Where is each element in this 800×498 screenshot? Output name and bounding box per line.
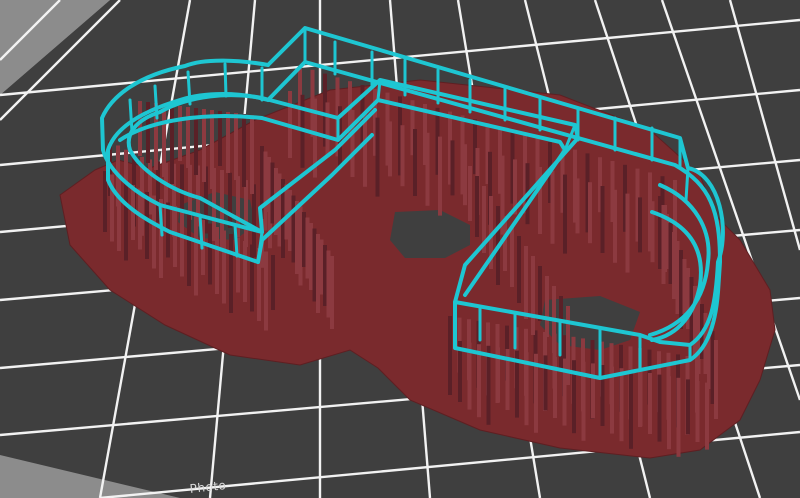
support-pillar <box>425 132 430 206</box>
support-pillar <box>710 331 715 404</box>
support-pillar <box>173 206 177 267</box>
support-pillar <box>202 109 206 182</box>
support-pillar <box>413 129 417 196</box>
support-pillar <box>600 186 605 253</box>
support-pillar <box>295 201 299 274</box>
support-pillar <box>588 182 592 244</box>
support-pillar <box>316 234 320 313</box>
support-pillar <box>288 190 292 251</box>
support-pillar <box>180 209 184 277</box>
support-pillar <box>638 197 642 253</box>
support-pillar <box>676 377 681 457</box>
support-pillar <box>486 345 491 425</box>
support-pillar <box>510 226 514 287</box>
support-pillar <box>234 113 238 180</box>
support-pillar <box>350 110 355 177</box>
support-pillar <box>326 250 331 318</box>
support-pillar <box>524 246 528 319</box>
support-pillar <box>591 363 595 419</box>
support-pillar <box>124 181 128 261</box>
support-pillar <box>363 113 367 187</box>
support-pillar <box>117 178 121 251</box>
support-pillar <box>228 172 232 228</box>
support-pillar <box>277 173 282 247</box>
support-pillar <box>517 236 521 303</box>
support-pillar <box>668 223 673 284</box>
support-pillar <box>400 125 405 187</box>
support-pillar <box>291 195 296 263</box>
support-pillar <box>550 170 555 244</box>
support-pillar <box>468 166 472 221</box>
support-pillar <box>325 102 330 158</box>
support-pillar <box>705 382 709 450</box>
support-pillar <box>648 373 652 434</box>
support-pillar <box>619 368 624 442</box>
support-pillar <box>323 245 327 306</box>
support-pillar <box>298 206 303 286</box>
support-pillar <box>450 140 455 196</box>
build-scene[interactable] <box>0 0 800 498</box>
support-pillar <box>305 217 310 279</box>
support-pillar <box>218 111 222 166</box>
support-pillar <box>210 110 214 189</box>
support-pillar <box>538 266 542 321</box>
support-pillar <box>714 340 718 419</box>
support-pillar <box>187 213 191 286</box>
support-pillar <box>695 381 700 442</box>
support-pillar <box>271 255 275 310</box>
support-pillar <box>226 112 230 173</box>
support-pillar <box>194 216 198 296</box>
support-pillar <box>675 241 680 314</box>
support-pillar <box>553 357 557 418</box>
support-pillar <box>222 230 226 304</box>
support-pillar <box>242 114 246 187</box>
support-pillar <box>658 196 662 269</box>
support-pillar <box>575 178 580 234</box>
support-pillar <box>264 251 268 331</box>
support-pillar <box>138 188 142 250</box>
support-pillar <box>244 180 248 248</box>
support-pillar <box>263 151 268 231</box>
support-pillar <box>448 316 452 395</box>
support-pillar <box>672 232 676 299</box>
support-pillar <box>309 223 313 290</box>
support-pillar <box>302 212 306 267</box>
support-pillar <box>625 193 630 273</box>
support-pillar <box>330 256 334 329</box>
support-pillar <box>438 136 442 216</box>
support-pillar <box>673 180 677 241</box>
support-pillar <box>152 195 156 269</box>
support-pillar <box>475 176 479 237</box>
support-pillar <box>208 223 212 285</box>
support-pillar <box>543 355 548 411</box>
support-pillar <box>657 374 662 442</box>
support-pillar <box>375 117 380 197</box>
support-pillar <box>531 256 535 335</box>
support-pillar <box>686 379 690 435</box>
support-pillar <box>463 144 467 206</box>
support-pillar <box>667 376 671 450</box>
support-pillar <box>613 189 617 263</box>
support-pillar <box>162 104 166 177</box>
support-pillar <box>178 106 182 161</box>
support-pillar <box>229 234 233 313</box>
support-pillar <box>545 276 549 337</box>
support-pillar <box>145 192 149 259</box>
support-pillar <box>682 259 687 314</box>
3d-viewport[interactable]: Photo <box>0 0 800 498</box>
support-pillar <box>250 244 254 312</box>
support-pillar <box>319 239 324 295</box>
support-pillar <box>170 105 174 184</box>
support-pillar <box>215 227 219 294</box>
support-pillar <box>284 184 289 240</box>
support-pillar <box>270 162 275 224</box>
support-pillar <box>312 228 317 302</box>
support-pillar <box>629 369 633 449</box>
support-pillar <box>243 241 247 302</box>
support-pillar <box>563 174 567 254</box>
support-pillar <box>638 371 643 427</box>
support-pillar <box>665 214 669 269</box>
support-pillar <box>388 121 392 177</box>
support-pillar <box>250 115 254 194</box>
